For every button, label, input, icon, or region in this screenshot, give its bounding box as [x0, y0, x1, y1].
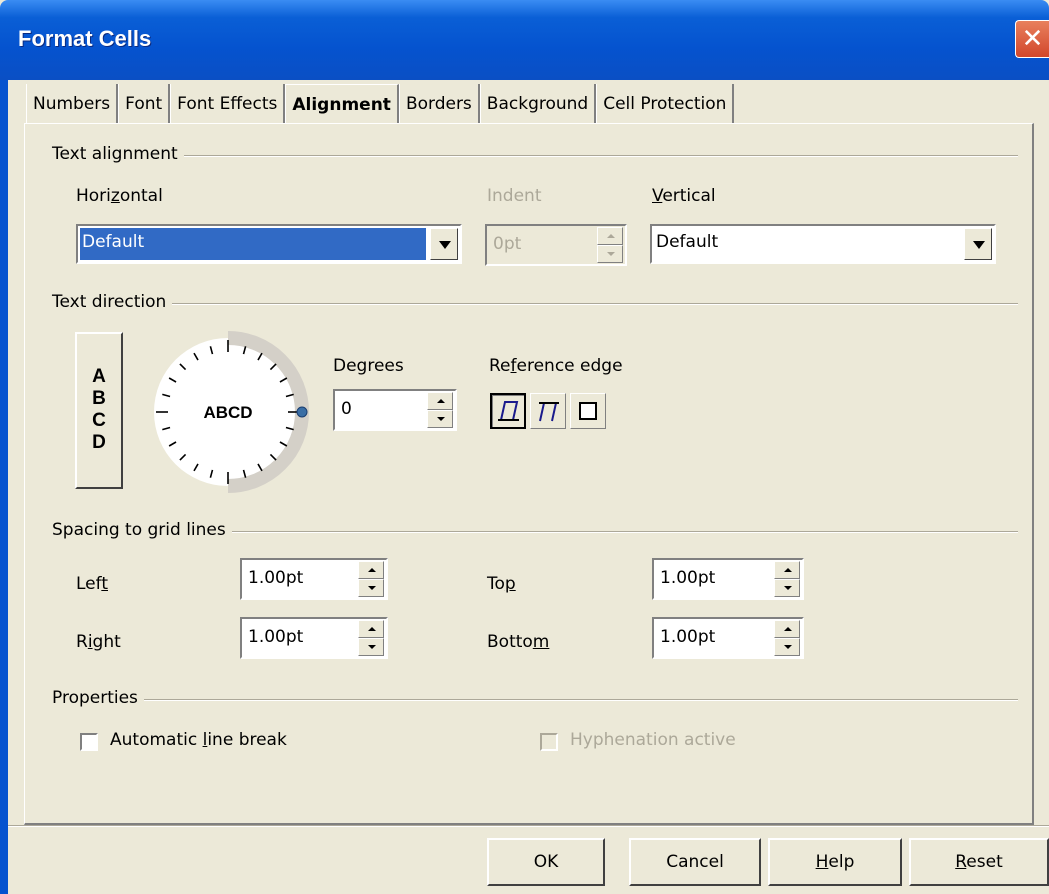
spin-up-icon[interactable]: [358, 561, 384, 579]
spin-down-icon[interactable]: [427, 410, 453, 428]
left-spacing-spinner[interactable]: 1.00pt: [240, 558, 388, 600]
spin-down-icon[interactable]: [774, 579, 800, 597]
spacing-heading: Spacing to grid lines: [52, 520, 232, 540]
section-divider: [52, 303, 1018, 305]
indent-label: Indent: [487, 186, 542, 206]
hyphenation-label: Hyphenation active: [570, 730, 736, 750]
stacked-text: ABCD: [92, 366, 106, 453]
section-divider: [52, 699, 1018, 701]
spin-down-icon[interactable]: [774, 638, 800, 656]
spin-up-icon[interactable]: [774, 620, 800, 638]
stacked-text-toggle[interactable]: ABCD: [75, 332, 123, 489]
help-button[interactable]: Help: [768, 838, 902, 886]
chevron-down-icon[interactable]: [964, 228, 992, 260]
vertical-select[interactable]: Default: [650, 224, 996, 264]
top-spacing-spinner[interactable]: 1.00pt: [652, 558, 804, 600]
tab-borders[interactable]: Borders: [398, 84, 480, 124]
dialog-title: Format Cells: [18, 26, 152, 51]
properties-heading: Properties: [52, 688, 144, 708]
ok-button[interactable]: OK: [487, 838, 605, 886]
indent-spinner[interactable]: 0pt: [485, 224, 627, 266]
automatic-line-break-checkbox[interactable]: [80, 733, 98, 751]
horizontal-label: Horizontal: [76, 186, 163, 206]
degrees-spinner[interactable]: 0: [333, 389, 457, 431]
degrees-label: Degrees: [333, 356, 404, 376]
spin-up-icon[interactable]: [427, 392, 453, 410]
spin-down-icon[interactable]: [597, 245, 623, 263]
automatic-line-break-label: Automatic line break: [110, 730, 287, 750]
spin-down-icon[interactable]: [358, 579, 384, 597]
spin-up-icon[interactable]: [774, 561, 800, 579]
dial-preview-text: ABCD: [203, 403, 252, 422]
right-label: Right: [76, 632, 121, 652]
close-icon: ✕: [1021, 24, 1044, 54]
dial-handle[interactable]: [296, 406, 308, 418]
cancel-button[interactable]: Cancel: [629, 838, 761, 886]
spin-down-icon[interactable]: [358, 638, 384, 656]
bottom-label: Bottom: [487, 632, 550, 652]
hyphenation-checkbox[interactable]: [540, 733, 558, 751]
tab-numbers[interactable]: Numbers: [26, 84, 119, 124]
tab-font-effects[interactable]: Font Effects: [170, 84, 286, 124]
rotation-dial[interactable]: ABCD: [138, 322, 318, 502]
top-label: Top: [487, 574, 516, 594]
close-button[interactable]: ✕: [1015, 20, 1049, 58]
tab-background[interactable]: Background: [479, 84, 597, 124]
tab-bar: Numbers Font Font Effects Alignment Bord…: [26, 80, 735, 124]
reset-button[interactable]: Reset: [909, 838, 1049, 886]
reference-edge-top-button[interactable]: [530, 393, 566, 429]
tab-alignment[interactable]: Alignment: [285, 84, 399, 124]
edge-bottom-icon: [498, 401, 519, 421]
window-border: [0, 80, 8, 894]
section-divider: [52, 155, 1018, 157]
format-cells-dialog: Format Cells ✕ Numbers Font Font Effects…: [0, 0, 1049, 894]
bottom-spacing-spinner[interactable]: 1.00pt: [652, 617, 804, 659]
reference-edge-inside-button[interactable]: [570, 393, 606, 429]
footer-divider: [8, 825, 1049, 827]
title-bar[interactable]: Format Cells ✕: [0, 0, 1049, 80]
tab-font[interactable]: Font: [118, 84, 171, 124]
chevron-down-icon[interactable]: [430, 228, 458, 260]
spin-up-icon[interactable]: [358, 620, 384, 638]
left-label: Left: [76, 574, 108, 594]
horizontal-select[interactable]: Default: [76, 224, 462, 264]
vertical-label: Vertical: [652, 186, 716, 206]
tab-cell-protection[interactable]: Cell Protection: [596, 84, 735, 124]
spin-up-icon[interactable]: [597, 227, 623, 245]
text-direction-heading: Text direction: [52, 292, 173, 312]
text-alignment-heading: Text alignment: [52, 144, 184, 164]
edge-top-icon: [539, 402, 559, 422]
edge-inside-icon: [579, 402, 597, 420]
right-spacing-spinner[interactable]: 1.00pt: [240, 617, 388, 659]
reference-edge-bottom-button[interactable]: [490, 393, 526, 429]
reference-edge-label: Reference edge: [489, 356, 623, 376]
